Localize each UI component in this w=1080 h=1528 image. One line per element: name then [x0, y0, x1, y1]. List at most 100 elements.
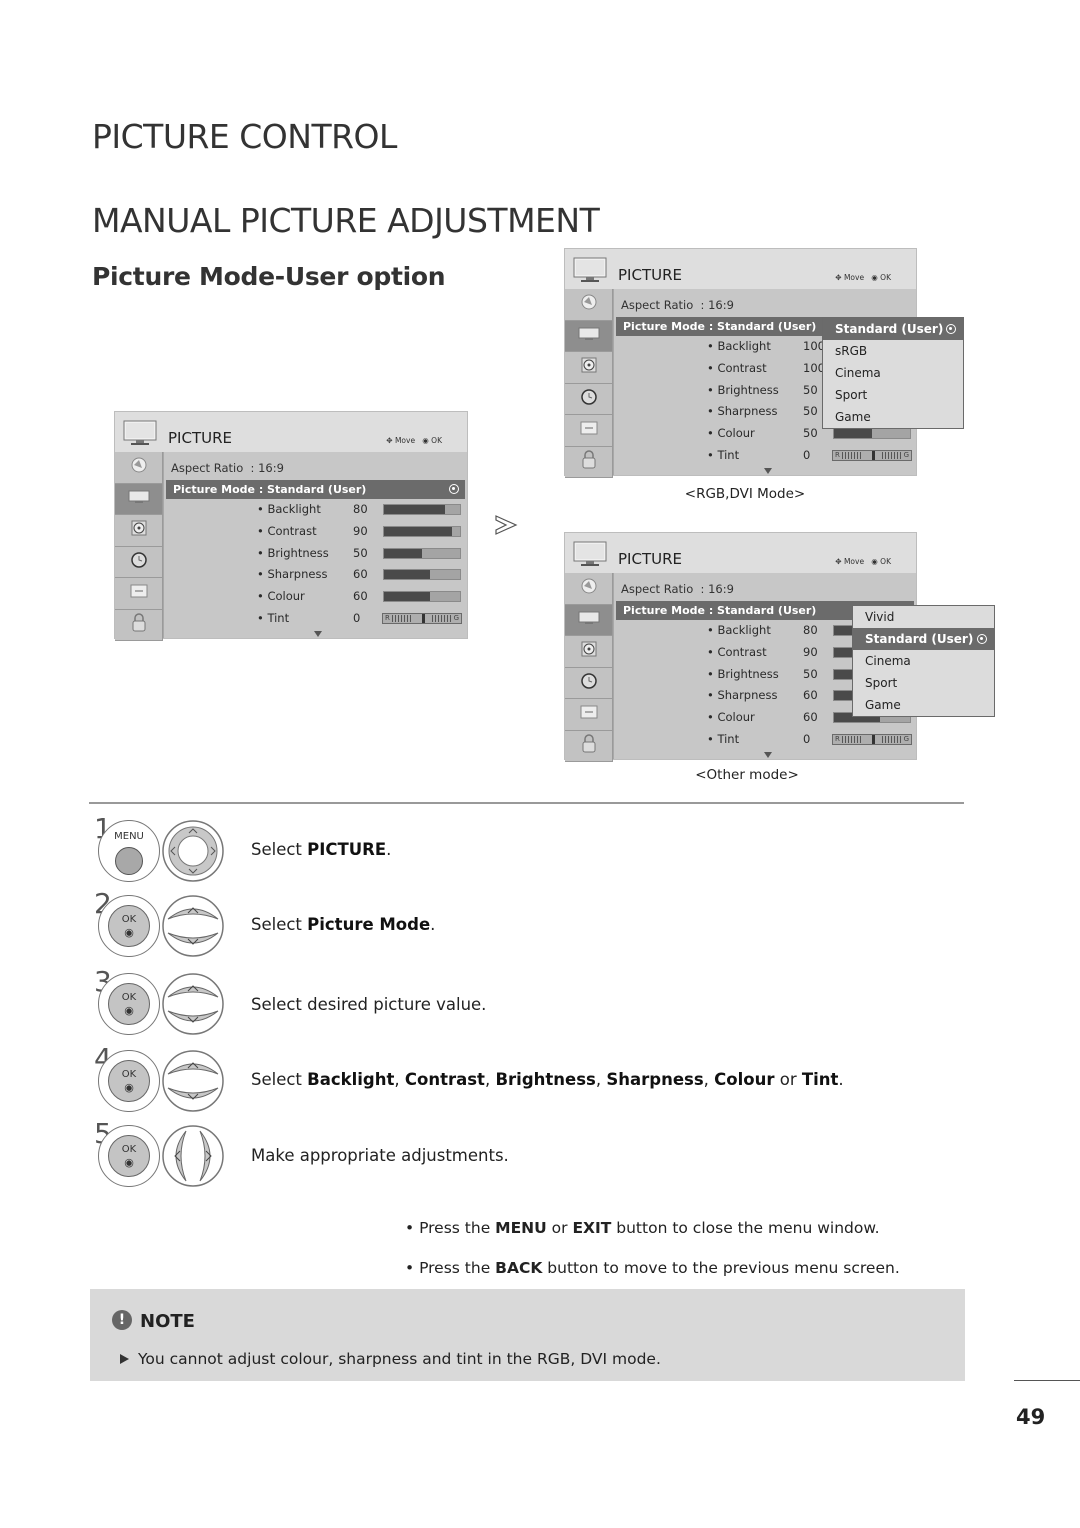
ok-button[interactable]: OK ◉ — [98, 973, 160, 1035]
setting-slider[interactable] — [383, 547, 461, 559]
step-instruction: Select Backlight, Contrast, Brightness, … — [251, 1070, 844, 1089]
scroll-down-icon[interactable] — [314, 631, 322, 637]
setting-value: 0 — [353, 611, 361, 625]
dropdown-option[interactable]: Sport — [853, 672, 994, 694]
setting-value: 80 — [353, 502, 368, 516]
sidebar-item-option[interactable] — [565, 699, 613, 731]
option-icon — [579, 704, 599, 724]
sidebar-item-picture[interactable] — [115, 483, 163, 515]
sidebar-item-speaker[interactable] — [565, 352, 613, 384]
tint-slider[interactable]: RG — [832, 734, 912, 745]
sidebar-item-picture[interactable] — [565, 604, 613, 636]
option-icon — [129, 583, 149, 603]
satellite-icon — [580, 577, 598, 599]
slider-fill — [384, 570, 430, 580]
picture-mode-row[interactable]: Picture Mode : Standard (User) — [166, 480, 465, 499]
sidebar-item-clock[interactable] — [565, 383, 613, 415]
setting-label[interactable]: • Sharpness — [707, 404, 777, 418]
tint-slider[interactable]: RG — [832, 450, 912, 461]
sidebar-item-clock[interactable] — [565, 667, 613, 699]
left-right-nav-button[interactable] — [162, 1125, 224, 1191]
menu-hint: ✥ Move ◉ OK — [386, 436, 442, 445]
dropdown-option[interactable]: Standard (User) — [853, 628, 994, 650]
dropdown-option[interactable]: Vivid — [853, 606, 994, 628]
ok-button[interactable]: OK ◉ — [98, 1125, 160, 1187]
setting-label[interactable]: • Tint — [707, 732, 739, 746]
setting-label[interactable]: • Brightness — [707, 383, 779, 397]
setting-label[interactable]: • Contrast — [257, 524, 317, 538]
step-instruction: Select Picture Mode. — [251, 915, 436, 934]
sidebar-item-satellite[interactable] — [565, 573, 613, 605]
sidebar-item-lock[interactable] — [565, 446, 613, 478]
sidebar-item-clock[interactable] — [115, 546, 163, 578]
setting-label[interactable]: • Tint — [707, 448, 739, 462]
picture-icon — [578, 610, 600, 630]
dropdown-option[interactable]: Cinema — [823, 362, 963, 384]
ok-button[interactable]: OK ◉ — [98, 1050, 160, 1112]
up-down-nav-button[interactable] — [162, 973, 224, 1039]
setting-label[interactable]: • Contrast — [707, 361, 767, 375]
setting-value: 0 — [803, 448, 811, 462]
setting-slider[interactable] — [833, 428, 911, 440]
sidebar-item-satellite[interactable] — [115, 452, 163, 484]
setting-label[interactable]: • Backlight — [257, 502, 321, 516]
dropdown-option[interactable]: Cinema — [853, 650, 994, 672]
setting-label[interactable]: • Backlight — [707, 623, 771, 637]
setting-label[interactable]: • Colour — [257, 589, 305, 603]
ok-icon — [977, 634, 987, 644]
setting-label[interactable]: • Sharpness — [707, 688, 777, 702]
tip-close-menu: • Press the MENU or EXIT button to close… — [405, 1219, 880, 1237]
aspect-ratio-row[interactable]: Aspect Ratio : 16:9 — [621, 582, 734, 596]
setting-label[interactable]: • Tint — [257, 611, 289, 625]
setting-label[interactable]: • Sharpness — [257, 567, 327, 581]
move-icon: ✥ — [835, 557, 842, 566]
menu-header: PICTURE ✥ Move ◉ OK — [565, 249, 916, 289]
setting-label[interactable]: • Colour — [707, 710, 755, 724]
sidebar-item-satellite[interactable] — [565, 289, 613, 321]
ok-icon: ◉ — [124, 1156, 134, 1169]
ok-button-cap: OK ◉ — [108, 905, 150, 947]
menu-button[interactable]: MENU — [98, 820, 160, 882]
sidebar-item-speaker[interactable] — [115, 515, 163, 547]
menu-header: PICTURE ✥ Move ◉ OK — [565, 533, 916, 573]
step-instruction: Select PICTURE. — [251, 840, 392, 859]
setting-label[interactable]: • Backlight — [707, 339, 771, 353]
sidebar-item-picture[interactable] — [565, 320, 613, 352]
setting-slider[interactable] — [383, 525, 461, 537]
dropdown-option[interactable]: Game — [853, 694, 994, 716]
4-way-nav-button[interactable] — [162, 820, 224, 886]
aspect-ratio-row[interactable]: Aspect Ratio : 16:9 — [621, 298, 734, 312]
setting-slider[interactable] — [383, 591, 461, 603]
setting-label[interactable]: • Brightness — [707, 667, 779, 681]
ok-button[interactable]: OK ◉ — [98, 895, 160, 957]
menu-title: PICTURE — [618, 266, 682, 284]
aspect-ratio-row[interactable]: Aspect Ratio : 16:9 — [171, 461, 284, 475]
dropdown-option[interactable]: Sport — [823, 384, 963, 406]
setting-label[interactable]: • Brightness — [257, 546, 329, 560]
sidebar-item-lock[interactable] — [565, 730, 613, 762]
scroll-down-icon[interactable] — [764, 468, 772, 474]
scroll-down-icon[interactable] — [764, 752, 772, 758]
setting-value: 50 — [803, 404, 818, 419]
sidebar-item-option[interactable] — [115, 578, 163, 610]
satellite-icon — [580, 293, 598, 315]
dropdown-option[interactable]: sRGB — [823, 340, 963, 362]
setting-slider[interactable] — [383, 504, 461, 515]
menu-body: Aspect Ratio : 16:9 Picture Mode : Standa… — [163, 452, 467, 638]
dropdown-option[interactable]: Game — [823, 406, 963, 428]
setting-slider[interactable] — [383, 569, 461, 581]
sidebar-item-option[interactable] — [565, 415, 613, 447]
sidebar-item-lock[interactable] — [115, 609, 163, 641]
up-down-nav-button[interactable] — [162, 895, 224, 961]
dropdown-option[interactable]: Standard (User) — [823, 318, 963, 340]
picture-mode-dropdown-other[interactable]: Vivid Standard (User) Cinema Sport Game — [852, 605, 995, 717]
sidebar-item-speaker[interactable] — [565, 636, 613, 668]
tip-back-button: • Press the BACK button to move to the p… — [405, 1259, 900, 1277]
setting-label[interactable]: • Colour — [707, 426, 755, 440]
clock-icon — [130, 551, 148, 573]
move-icon: ✥ — [386, 436, 393, 445]
up-down-nav-button[interactable] — [162, 1050, 224, 1116]
setting-label[interactable]: • Contrast — [707, 645, 767, 659]
picture-mode-dropdown-rgb[interactable]: Standard (User) sRGB Cinema Sport Game — [822, 317, 964, 429]
tint-slider[interactable]: RG — [382, 613, 462, 624]
